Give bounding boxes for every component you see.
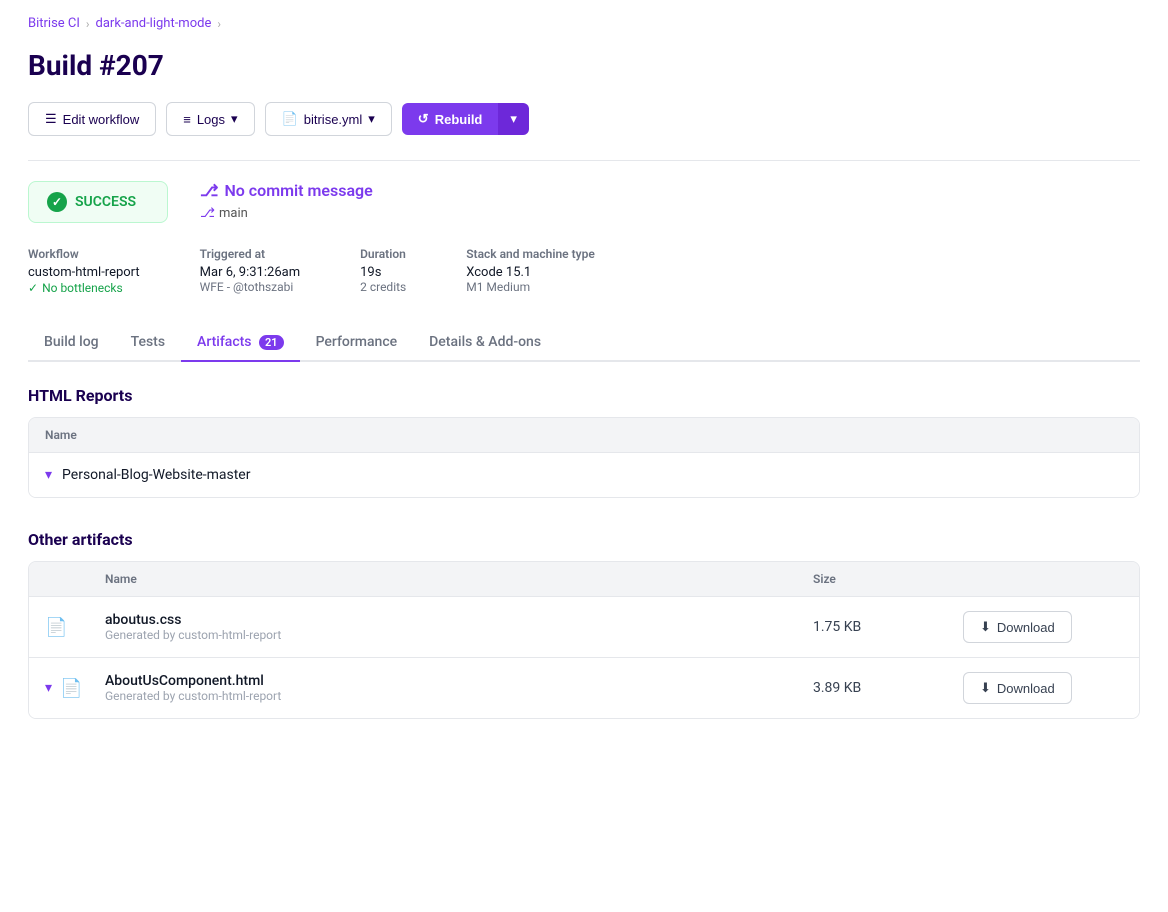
- other-artifacts-title: Other artifacts: [28, 530, 1140, 549]
- duration-label: Duration: [360, 247, 406, 261]
- status-text: SUCCESS: [75, 194, 136, 210]
- breadcrumb-root[interactable]: Bitrise CI: [28, 16, 80, 31]
- artifacts-badge: 21: [259, 335, 284, 350]
- rebuild-caret-icon: ▾: [510, 111, 517, 126]
- file-info-1: AboutUsComponent.html Generated by custo…: [105, 673, 813, 703]
- breadcrumb-sep-2: ›: [217, 17, 221, 31]
- file-size-1: 3.89 KB: [813, 680, 963, 696]
- triggered-meta: Triggered at Mar 6, 9:31:26am WFE - @tot…: [200, 247, 300, 296]
- file-name-1: AboutUsComponent.html: [105, 673, 813, 689]
- other-artifacts-table: Name Size 📄 aboutus.css Generated by cus…: [28, 561, 1140, 719]
- html-report-name: Personal-Blog-Website-master: [62, 467, 1123, 483]
- stack-meta: Stack and machine type Xcode 15.1 M1 Med…: [466, 247, 595, 296]
- credits-value: 2 credits: [360, 280, 406, 294]
- expand-icon[interactable]: ▾: [45, 467, 52, 483]
- file-icon-0: 📄: [45, 617, 67, 638]
- branch-icon: ⎇: [200, 206, 215, 221]
- logs-button[interactable]: ≡ Logs ▾: [166, 102, 254, 136]
- status-badge: ✓ SUCCESS: [28, 181, 168, 223]
- file-meta-0: Generated by custom-html-report: [105, 628, 813, 642]
- download-icon-1: ⬇: [980, 680, 991, 696]
- breadcrumb-current[interactable]: dark-and-light-mode: [96, 16, 212, 31]
- stack-label: Stack and machine type: [466, 247, 595, 261]
- commit-message: ⎇ No commit message: [200, 181, 373, 200]
- rebuild-group: ↺ Rebuild ▾: [402, 103, 529, 135]
- no-bottlenecks: ✓ No bottlenecks: [28, 281, 123, 295]
- file-meta-1: Generated by custom-html-report: [105, 689, 813, 703]
- stack-value: Xcode 15.1: [466, 265, 595, 280]
- download-button-0[interactable]: ⬇ Download: [963, 611, 1072, 643]
- other-artifacts-header: Name Size: [29, 562, 1139, 596]
- artifact-row-0: 📄 aboutus.css Generated by custom-html-r…: [29, 596, 1139, 657]
- html-reports-title: HTML Reports: [28, 386, 1140, 405]
- edit-workflow-icon: ☰: [45, 111, 57, 127]
- tabs: Build log Tests Artifacts 21 Performance…: [28, 324, 1140, 362]
- workflow-meta: Workflow custom-html-report ✓ No bottlen…: [28, 247, 140, 296]
- status-area: ✓ SUCCESS ⎇ No commit message ⎇ main: [28, 181, 1140, 223]
- triggered-label: Triggered at: [200, 247, 300, 261]
- edit-workflow-button[interactable]: ☰ Edit workflow: [28, 102, 156, 136]
- check-icon: ✓: [28, 281, 38, 295]
- file-info-0: aboutus.css Generated by custom-html-rep…: [105, 612, 813, 642]
- bitrise-yml-button[interactable]: 📄 bitrise.yml ▾: [265, 102, 392, 136]
- breadcrumb-sep-1: ›: [86, 17, 90, 31]
- tab-build-log[interactable]: Build log: [28, 324, 115, 362]
- logs-icon: ≡: [183, 112, 191, 127]
- other-name-col: Name: [105, 572, 813, 586]
- workflow-value: custom-html-report: [28, 265, 140, 280]
- commit-info: ⎇ No commit message ⎇ main: [200, 181, 373, 221]
- duration-meta: Duration 19s 2 credits: [360, 247, 406, 296]
- yml-chevron-icon: ▾: [368, 111, 375, 127]
- logs-chevron-icon: ▾: [231, 111, 238, 127]
- html-report-row[interactable]: ▾ Personal-Blog-Website-master: [29, 452, 1139, 497]
- tab-details[interactable]: Details & Add-ons: [413, 324, 557, 362]
- file-icon-1: 📄: [60, 678, 82, 699]
- toolbar: ☰ Edit workflow ≡ Logs ▾ 📄 bitrise.yml ▾…: [28, 102, 1140, 136]
- status-check-icon: ✓: [47, 192, 67, 212]
- triggered-by: WFE - @tothszabi: [200, 280, 300, 294]
- name-col-header: Name: [45, 428, 77, 442]
- download-button-1[interactable]: ⬇ Download: [963, 672, 1072, 704]
- tab-performance[interactable]: Performance: [300, 324, 414, 362]
- rebuild-button[interactable]: ↺ Rebuild: [402, 103, 499, 135]
- git-icon: ⎇: [200, 181, 218, 200]
- file-size-0: 1.75 KB: [813, 619, 963, 635]
- other-size-col: Size: [813, 572, 963, 586]
- breadcrumb: Bitrise CI › dark-and-light-mode ›: [28, 16, 1140, 31]
- triggered-value: Mar 6, 9:31:26am: [200, 265, 300, 280]
- duration-value: 19s: [360, 265, 406, 280]
- meta-row: Workflow custom-html-report ✓ No bottlen…: [28, 247, 1140, 296]
- workflow-label: Workflow: [28, 247, 140, 261]
- download-icon-0: ⬇: [980, 619, 991, 635]
- page-title: Build #207: [28, 49, 1140, 82]
- expand-row-1[interactable]: ▾: [45, 680, 52, 696]
- html-reports-header: Name: [29, 418, 1139, 452]
- html-reports-table: Name ▾ Personal-Blog-Website-master: [28, 417, 1140, 498]
- bitrise-yml-icon: 📄: [282, 111, 298, 127]
- branch-info: ⎇ main: [200, 206, 373, 221]
- machine-value: M1 Medium: [466, 280, 595, 294]
- artifact-row-1: ▾ 📄 AboutUsComponent.html Generated by c…: [29, 657, 1139, 718]
- tab-tests[interactable]: Tests: [115, 324, 181, 362]
- rebuild-icon: ↺: [418, 111, 429, 127]
- tab-artifacts[interactable]: Artifacts 21: [181, 324, 300, 362]
- toolbar-divider: [28, 160, 1140, 161]
- rebuild-caret-button[interactable]: ▾: [498, 103, 529, 135]
- file-name-0: aboutus.css: [105, 612, 813, 628]
